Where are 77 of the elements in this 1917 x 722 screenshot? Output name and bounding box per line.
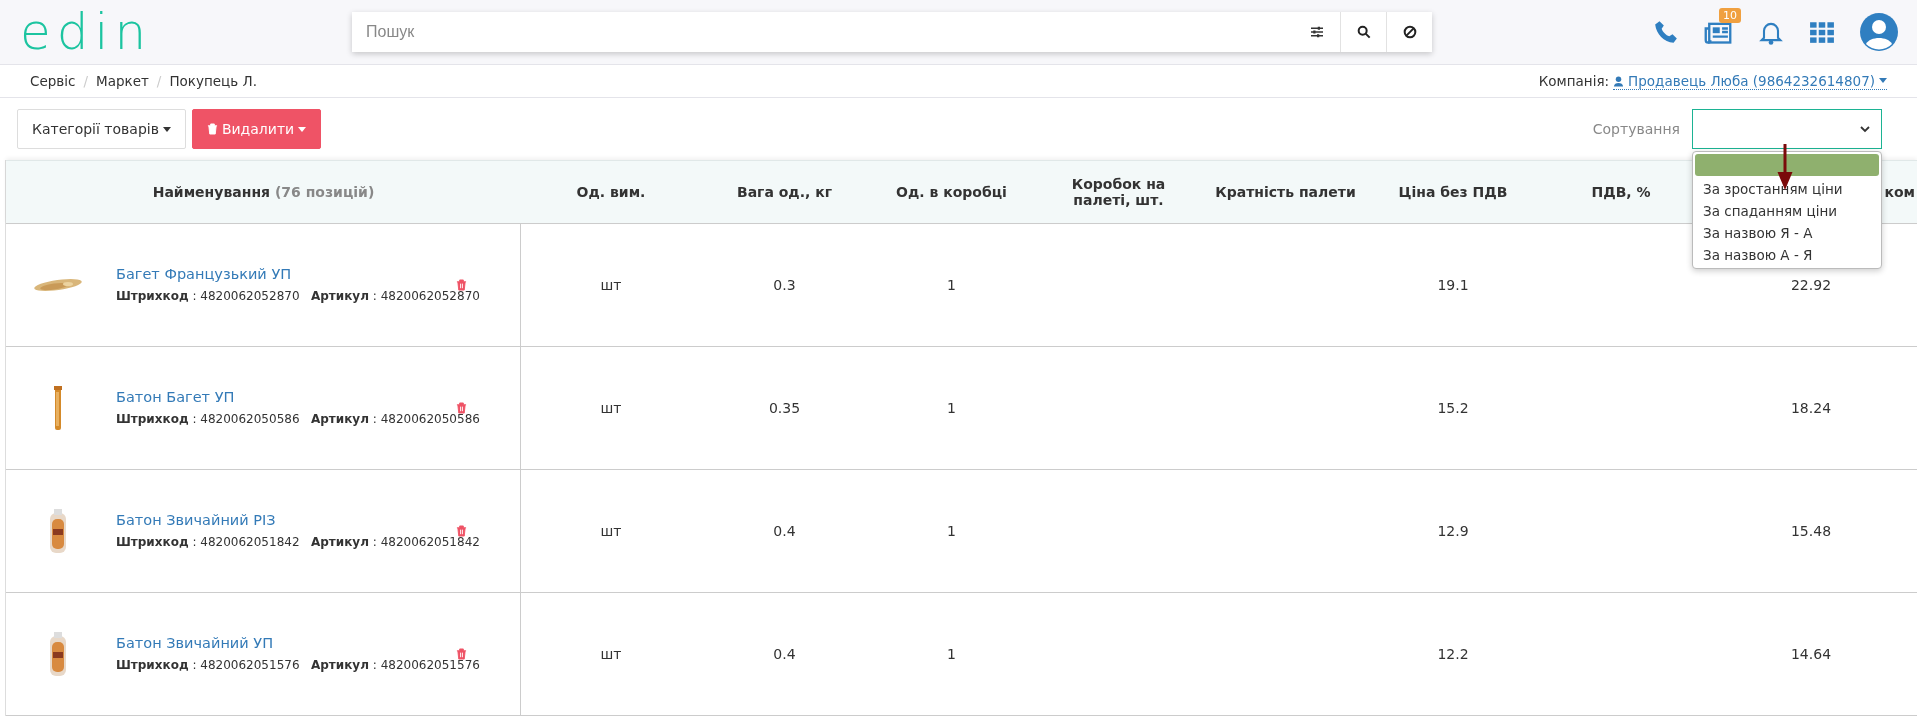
table-cell: 12.2 [1437,646,1469,662]
company-label: Компанія: [1538,73,1610,89]
caret-icon [1879,78,1887,83]
column-header: Коробок на палеті, шт. [1070,176,1167,208]
breadcrumb-link[interactable]: Покупець Л. [169,73,257,89]
product-link[interactable]: Батон Звичайний РІЗ [116,512,446,528]
grid-icon [1809,19,1835,45]
product-codes: Штрихкод : 4820062052870 Артикул : 4820062052870 [116,288,480,304]
breadcrumb-link[interactable]: Маркет [96,73,149,89]
chevron-down-icon [1859,123,1871,135]
trash-icon [206,123,218,135]
user-icon [1613,74,1625,87]
table-cell: 15.2 [1437,400,1469,416]
column-header: Кратність палети [1215,184,1356,200]
table-cell: 0.3 [773,277,796,293]
table-cell: 1 [947,400,956,416]
table-cell: 18.24 [1790,400,1832,416]
caret-icon [162,126,171,132]
table-cell: 15.48 [1790,523,1832,539]
column-header: Од. в коробці [896,184,1007,200]
product-link[interactable]: Батон Багет УП [116,389,446,405]
caret-icon [298,126,307,132]
table-cell: шт [600,646,622,662]
table-cell: 19.1 [1437,277,1469,293]
apps-button[interactable] [1809,19,1835,45]
column-header: ПДВ, % [1591,184,1651,200]
table-cell: шт [600,400,622,416]
search-button[interactable] [1340,12,1386,52]
filter-settings-button[interactable] [1294,12,1340,52]
table-cell: 0.35 [768,400,801,416]
search-bar[interactable]: Пошук [352,12,1432,52]
phone-icon [1653,19,1679,45]
table-cell: 14.64 [1790,646,1832,662]
table-cell: шт [600,277,622,293]
trash-icon[interactable] [456,402,467,414]
column-header: Найменування [152,184,271,200]
highlighted-option[interactable] [1695,154,1879,176]
profile-button[interactable] [1859,12,1899,52]
table-cell: 22.92 [1790,277,1832,293]
item-count: (76 позицій) [274,184,375,200]
table-cell: 12.9 [1437,523,1469,539]
search-field[interactable]: Пошук [352,11,1294,53]
product-link[interactable]: Багет Французький УП [116,266,446,282]
avatar-icon [1859,12,1899,52]
sort-label: Сортування [1592,121,1680,137]
categories-button[interactable]: Категорії товарів [17,109,186,149]
trash-icon[interactable] [456,279,467,291]
trash-icon[interactable] [456,525,467,537]
sort-select[interactable] [1692,109,1882,149]
column-header: ком [1884,184,1915,200]
company-selector[interactable]: Продавець Люба (9864232614807) [1613,72,1887,90]
table-cell: 0.4 [773,646,796,662]
breadcrumb-separator: / [156,73,162,89]
ban-icon [1401,24,1418,40]
notification-badge: 10 [1719,8,1741,23]
trash-icon[interactable] [456,648,467,660]
table-cell: 0.4 [773,523,796,539]
sort-option[interactable]: За назвою Я - А [1695,222,1879,244]
table-cell: 1 [947,646,956,662]
table-cell: 1 [947,523,956,539]
phone-button[interactable] [1653,19,1679,45]
table-cell: 1 [947,277,956,293]
breadcrumb-separator: / [83,73,88,89]
search-icon [1355,24,1372,40]
product-codes: Штрихкод : 4820062050586 Артикул : 4820062050586 [116,411,480,427]
product-codes: Штрихкод : 4820062051576 Артикул : 4820062051576 [116,657,480,673]
sort-option[interactable]: За назвою А - Я [1695,244,1879,266]
column-header: Од. вим. [576,184,646,200]
sort-option[interactable]: За зростанням ціни [1695,178,1879,200]
product-codes: Штрихкод : 4820062051842 Артикул : 4820062051842 [116,534,480,550]
breadcrumb-link[interactable]: Сервіс [30,73,76,89]
table-cell: шт [600,523,622,539]
product-link[interactable]: Батон Звичайний УП [116,635,446,651]
column-header: Ціна без ПДВ [1398,184,1508,200]
column-header: Вага од., кг [737,184,832,200]
sort-option[interactable]: За спаданням ціни [1695,200,1879,222]
clear-button[interactable] [1386,12,1432,52]
